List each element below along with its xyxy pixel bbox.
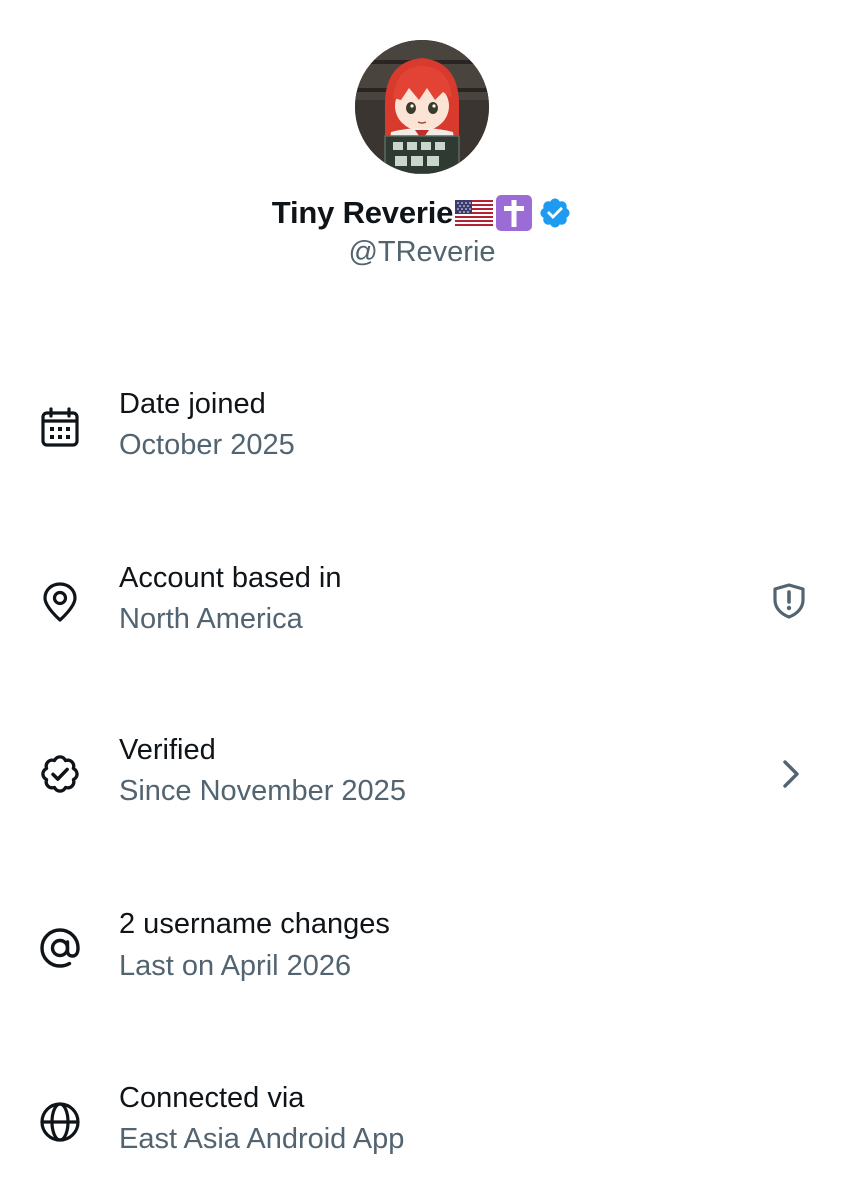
profile-name-row: Tiny Reverie: [0, 190, 844, 236]
date-joined-label: Date joined: [119, 388, 266, 420]
info-row-username-changes: 2 username changes Last on April 2026: [0, 902, 844, 1012]
connected-via-label: Connected via: [119, 1082, 305, 1114]
account-location-label: Account based in: [119, 562, 342, 594]
username-changes-label: 2 username changes: [119, 908, 390, 940]
profile-handle: @TReverie: [348, 236, 496, 268]
globe-icon: [38, 1100, 82, 1144]
connected-via-value: East Asia Android App: [119, 1123, 405, 1155]
date-joined-value: October 2025: [119, 429, 295, 461]
verified-label: Verified: [119, 734, 216, 766]
latin-cross-icon: [496, 195, 533, 231]
shield-alert-icon[interactable]: [769, 581, 809, 621]
calendar-icon: [38, 406, 82, 450]
info-row-date-joined: Date joined October 2025: [0, 380, 844, 490]
verified-value: Since November 2025: [119, 775, 406, 807]
verified-badge-icon[interactable]: [538, 196, 572, 230]
us-flag-icon: [455, 200, 494, 226]
display-name: Tiny Reverie: [271, 195, 454, 230]
username-changes-value: Last on April 2026: [119, 950, 352, 982]
location-pin-icon: [38, 580, 82, 624]
info-row-connected-via: Connected via East Asia Android App: [0, 1076, 844, 1186]
info-row-verified[interactable]: Verified Since November 2025: [0, 728, 844, 838]
verified-outline-icon: [38, 752, 82, 796]
info-row-account-location: Account based in North America: [0, 554, 844, 664]
chevron-right-icon[interactable]: [771, 754, 811, 794]
profile-avatar[interactable]: [355, 40, 489, 174]
at-sign-icon: [38, 926, 82, 970]
account-location-value: North America: [119, 603, 303, 635]
